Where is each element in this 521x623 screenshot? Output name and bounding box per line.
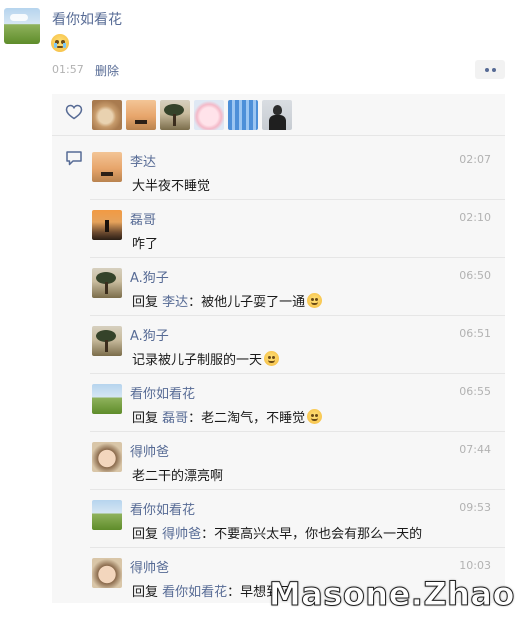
comment-item[interactable]: 李达 02:07 大半夜不睡觉 (90, 142, 505, 200)
commenter-name[interactable]: 李达 (130, 151, 156, 170)
comment-time: 09:53 (459, 501, 491, 514)
comment-time: 06:50 (459, 269, 491, 282)
commenter-name[interactable]: 看你如看花 (130, 499, 195, 518)
comment-item[interactable]: A.狗子 06:50 回复 李达：被他儿子耍了一通 (90, 258, 505, 316)
comment-icon (66, 151, 82, 166)
commenter-avatar[interactable] (92, 326, 122, 356)
smile-emoji-icon (307, 293, 323, 308)
like-avatar[interactable] (194, 100, 224, 130)
comment-item[interactable]: 得帅爸 10:03 回复 看你如看花：早想到了 (90, 548, 505, 606)
comment-item[interactable]: 看你如看花 09:53 回复 得帅爸：不要高兴太早，你也会有那么一天的 (90, 490, 505, 548)
comment-text: 回复 看你如看花：早想到了 (132, 585, 293, 600)
delete-button[interactable]: 删除 (95, 62, 119, 79)
like-avatar[interactable] (92, 100, 122, 130)
comment-text: 回复 李达：被他儿子耍了一通 (132, 291, 323, 310)
comment-time: 02:07 (459, 153, 491, 166)
comment-time: 10:03 (459, 559, 491, 572)
reply-target[interactable]: 李达 (162, 295, 188, 310)
commenter-name[interactable]: 看你如看花 (130, 383, 195, 402)
comment-text: 回复 得帅爸：不要高兴太早，你也会有那么一天的 (132, 527, 423, 542)
like-avatar[interactable] (228, 100, 258, 130)
post-time: 01:57 (52, 63, 84, 76)
reply-target[interactable]: 看你如看花 (162, 585, 227, 600)
crying-emoji-icon (307, 409, 323, 424)
like-avatar[interactable] (126, 100, 156, 130)
comment-text: 大半夜不睡觉 (132, 179, 211, 194)
commenter-avatar[interactable] (92, 210, 122, 240)
reply-target[interactable]: 磊哥 (162, 411, 188, 426)
commenter-avatar[interactable] (92, 268, 122, 298)
commenter-name[interactable]: 磊哥 (130, 209, 156, 228)
commenter-name[interactable]: A.狗子 (130, 325, 169, 344)
heart-icon (65, 104, 83, 120)
comment-item[interactable]: 得帅爸 07:44 老二干的漂亮啊 (90, 432, 505, 490)
commenter-name[interactable]: 得帅爸 (130, 557, 169, 576)
likes-row (52, 94, 505, 136)
commenter-name[interactable]: A.狗子 (130, 267, 169, 286)
like-avatar[interactable] (262, 100, 292, 130)
crying-face-emoji-icon (51, 34, 69, 52)
comment-text: 记录被儿子制服的一天 (132, 349, 280, 368)
commenter-avatar[interactable] (92, 442, 122, 472)
comment-text: 回复 磊哥：老二淘气，不睡觉 (132, 407, 323, 426)
like-avatar[interactable] (160, 100, 190, 130)
comment-text: 咋了 (132, 237, 159, 252)
more-options-icon[interactable] (475, 60, 505, 79)
comment-time: 07:44 (459, 443, 491, 456)
comment-item[interactable]: A.狗子 06:51 记录被儿子制服的一天 (90, 316, 505, 374)
comment-time: 06:55 (459, 385, 491, 398)
commenter-avatar[interactable] (92, 384, 122, 414)
commenter-name[interactable]: 得帅爸 (130, 441, 169, 460)
smile-emoji-icon (264, 351, 280, 366)
comment-time: 02:10 (459, 211, 491, 224)
commenter-avatar[interactable] (92, 500, 122, 530)
comment-text: 老二干的漂亮啊 (132, 469, 224, 484)
reply-target[interactable]: 得帅爸 (162, 527, 201, 542)
poster-avatar[interactable] (4, 8, 40, 44)
comment-item[interactable]: 磊哥 02:10 咋了 (90, 200, 505, 258)
poster-name[interactable]: 看你如看花 (52, 9, 122, 29)
commenter-avatar[interactable] (92, 152, 122, 182)
comment-item[interactable]: 看你如看花 06:55 回复 磊哥：老二淘气，不睡觉 (90, 374, 505, 432)
commenter-avatar[interactable] (92, 558, 122, 588)
comment-time: 06:51 (459, 327, 491, 340)
feedback-panel: 李达 02:07 大半夜不睡觉 磊哥 02:10 咋了 A.狗子 06:50 回… (52, 94, 505, 603)
